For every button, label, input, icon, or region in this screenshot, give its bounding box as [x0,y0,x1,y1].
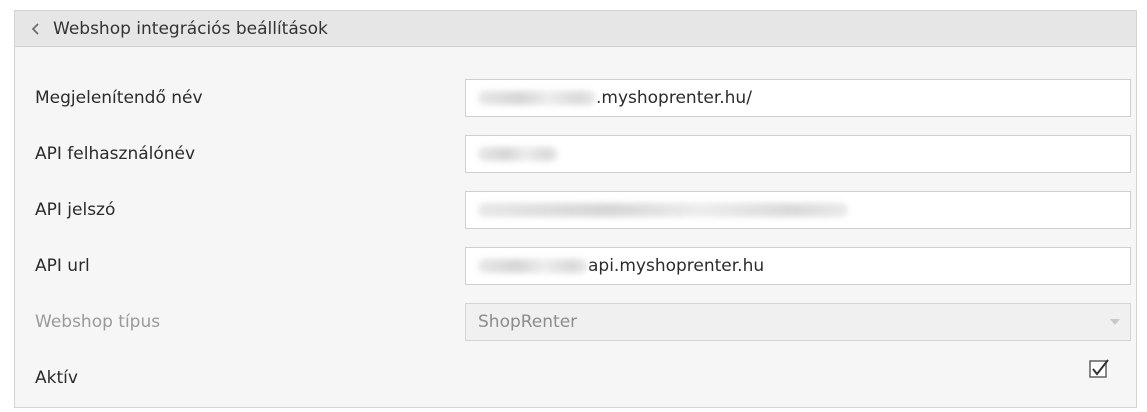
api-url-value: api.myshoprenter.hu [588,256,765,276]
redacted-blur [478,147,558,161]
webshop-type-select[interactable]: ShopRenter [465,303,1131,341]
panel-title: Webshop integrációs beállítások [53,18,328,39]
api-password-label: API jelszó [35,200,116,220]
chevron-left-icon[interactable] [27,20,45,38]
webshop-type-row: Webshop típus ShopRenter [15,303,1136,343]
dropdown-arrow-icon[interactable] [1110,319,1120,325]
display-name-input[interactable]: .myshoprenter.hu/ [465,79,1131,117]
redacted-blur [478,91,596,105]
display-name-row: Megjelenítendő név .myshoprenter.hu/ [15,79,1136,119]
display-name-label: Megjelenítendő név [35,88,203,108]
api-username-label: API felhasználónév [35,144,196,164]
settings-panel: Webshop integrációs beállítások Megjelen… [14,10,1137,408]
display-name-value: .myshoprenter.hu/ [596,88,752,108]
api-username-row: API felhasználónév [15,135,1136,175]
api-password-row: API jelszó [15,191,1136,231]
redacted-blur [478,203,848,217]
api-password-input[interactable] [465,191,1131,229]
webshop-type-label: Webshop típus [35,312,161,332]
active-label: Aktív [35,368,78,388]
panel-header[interactable]: Webshop integrációs beállítások [15,11,1136,47]
api-url-label: API url [35,256,90,276]
redacted-blur [478,259,588,273]
active-checkbox[interactable] [1088,357,1112,381]
active-row: Aktív [15,359,1136,399]
api-url-input[interactable]: api.myshoprenter.hu [465,247,1131,285]
api-url-row: API url api.myshoprenter.hu [15,247,1136,287]
api-username-input[interactable] [465,135,1131,173]
webshop-type-value: ShopRenter [478,312,578,332]
